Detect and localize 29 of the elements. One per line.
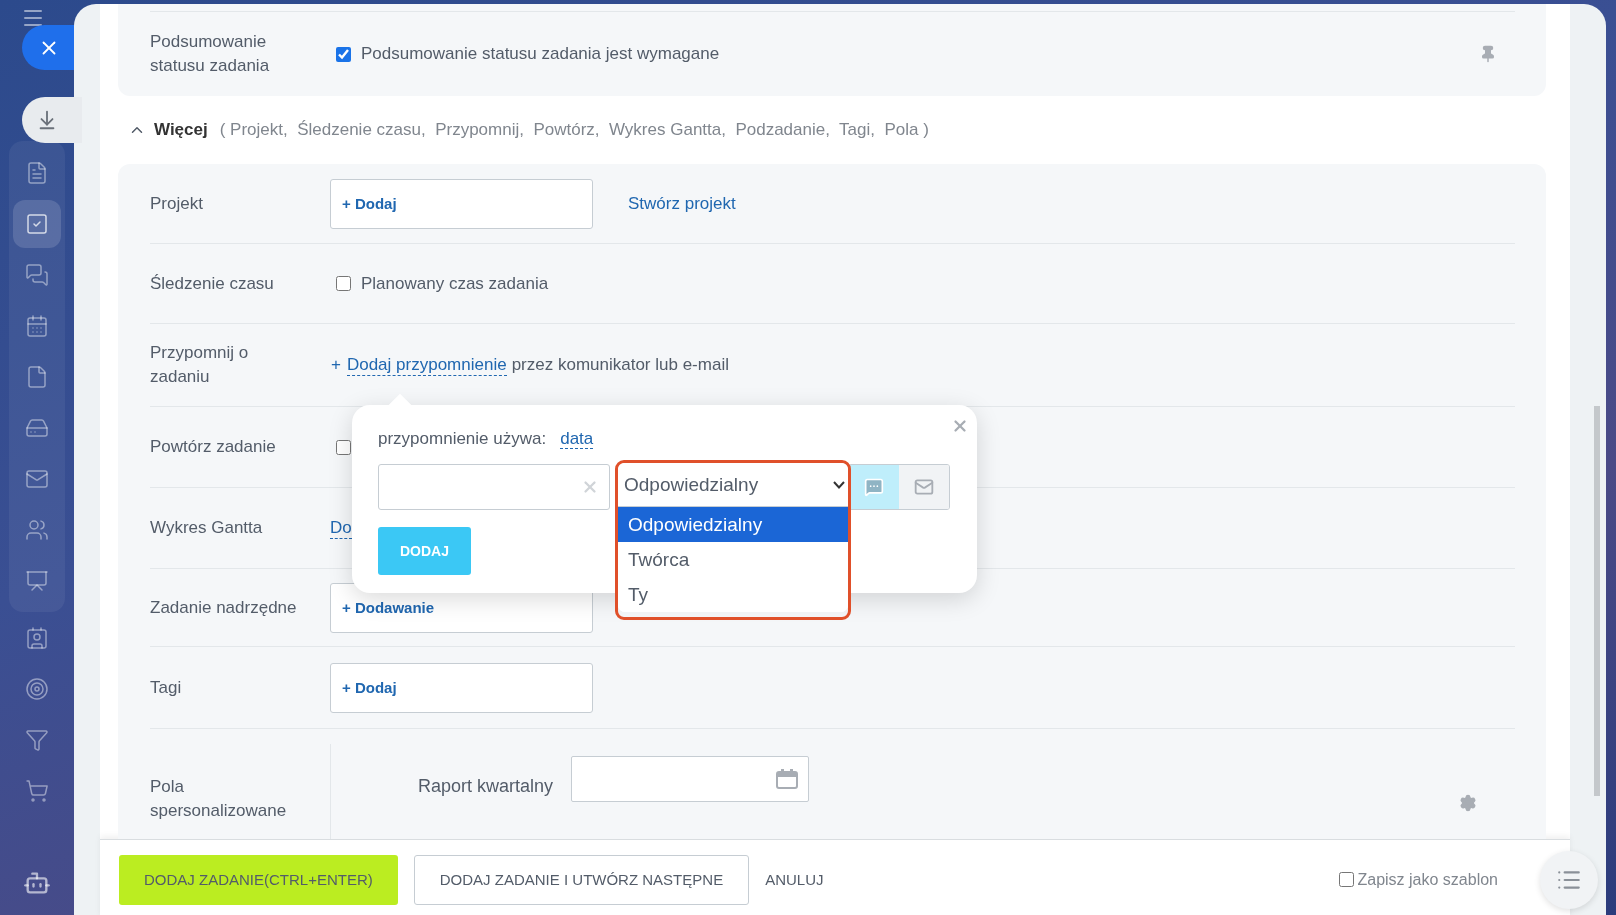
dropdown-option[interactable]: Odpowiedzialny [618,507,848,542]
field-label: Pola spersonalizowane [150,775,288,822]
submit-button[interactable]: DODAJ ZADANIE(CTRL+ENTER) [119,854,398,905]
checkbox-label: Planowany czas zadania [361,273,549,294]
gantt-link[interactable]: Do [330,517,352,539]
field-label: Zadanie nadrzędne [150,596,298,619]
field-label: Raport kwartalny [416,775,554,797]
checkbox-label: Zapisz jako szablon [1357,870,1498,889]
checkbox-label: Podsumowanie statusu zadania jest wymagane [361,44,720,64]
more-fields-list: ( Projekt, Śledzenie czasu, Przypomnij, Powtórz, Wykres Gantta, Podzadanie, Tagi, Pola ) [219,120,929,140]
cancel-link[interactable]: ANULUJ [765,854,824,905]
plus-sign: + [331,355,341,375]
recipient-select[interactable]: Odpowiedzialny [618,463,848,507]
reminder-hint: przez komunikator lub e-mail [511,355,729,375]
create-project-link[interactable]: Stwórz projekt [628,193,736,214]
add-button[interactable]: + Dodaj [330,662,593,713]
more-toggle[interactable]: Więcej [128,120,208,140]
field-label: Tagi [150,676,183,699]
field-label: Projekt [150,192,204,215]
add-button[interactable]: + Dodaj [330,178,593,229]
submit-button[interactable]: DODAJ ZADANIE I UTWÓRZ NASTĘPNE [413,854,750,905]
add-reminder-link[interactable]: Dodaj przypomnienie [346,354,507,376]
field-label: Powtórz zadanie [150,436,277,458]
popup-label: przypomnienie używa: [378,429,547,448]
field-label: Podsumowanie statusu zadania [150,31,271,77]
date-link[interactable]: data [560,429,594,449]
field-label: Śledzenie czasu [150,272,275,295]
field-label: Wykres Gantta [150,517,264,539]
field-label: Przypomnij o zadaniu [150,342,250,388]
